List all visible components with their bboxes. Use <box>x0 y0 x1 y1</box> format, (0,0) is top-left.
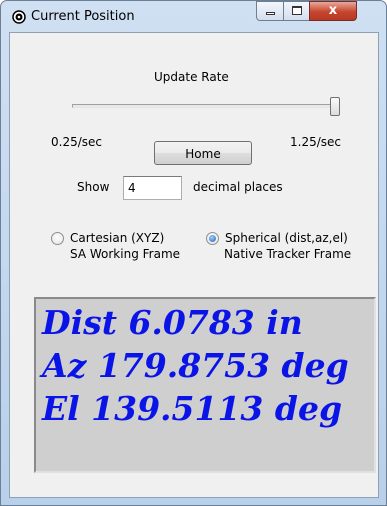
cartesian-radio-label[interactable]: Cartesian (XYZ) <box>70 231 164 246</box>
window-title: Current Position <box>31 9 135 24</box>
update-rate-slider-thumb[interactable] <box>330 97 340 116</box>
spherical-frame-label: Native Tracker Frame <box>224 247 352 261</box>
cartesian-radio[interactable] <box>51 232 64 245</box>
show-label: Show <box>77 180 110 194</box>
radio-selected-dot <box>209 235 216 242</box>
spherical-radio[interactable] <box>206 232 219 245</box>
close-button[interactable]: x <box>309 1 357 21</box>
azimuth-readout: Az 179.8753 deg <box>42 346 349 385</box>
distance-readout: Dist 6.0783 in <box>42 303 303 342</box>
position-readout-panel: Dist 6.0783 in Az 179.8753 deg El 139.51… <box>34 297 376 473</box>
cartesian-frame-label: SA Working Frame <box>70 247 181 261</box>
close-icon: x <box>328 3 338 18</box>
update-rate-slider-track[interactable] <box>72 104 334 108</box>
maximize-icon <box>292 6 302 15</box>
elevation-readout: El 139.5113 deg <box>42 389 343 428</box>
home-button[interactable]: Home <box>154 141 252 165</box>
minimize-icon <box>266 12 275 15</box>
decimal-places-input[interactable] <box>123 176 182 200</box>
update-rate-max-label: 1.25/sec <box>290 135 341 149</box>
target-icon <box>12 10 26 24</box>
update-rate-label: Update Rate <box>154 70 229 84</box>
title-bar[interactable]: Current Position x <box>1 1 386 32</box>
spherical-radio-label[interactable]: Spherical (dist,az,el) <box>225 231 348 246</box>
minimize-button[interactable] <box>256 1 284 21</box>
update-rate-min-label: 0.25/sec <box>51 135 102 149</box>
window: Current Position x Update Rate 0.25/sec … <box>0 0 387 506</box>
maximize-button[interactable] <box>283 1 310 21</box>
decimal-places-label: decimal places <box>193 180 283 194</box>
